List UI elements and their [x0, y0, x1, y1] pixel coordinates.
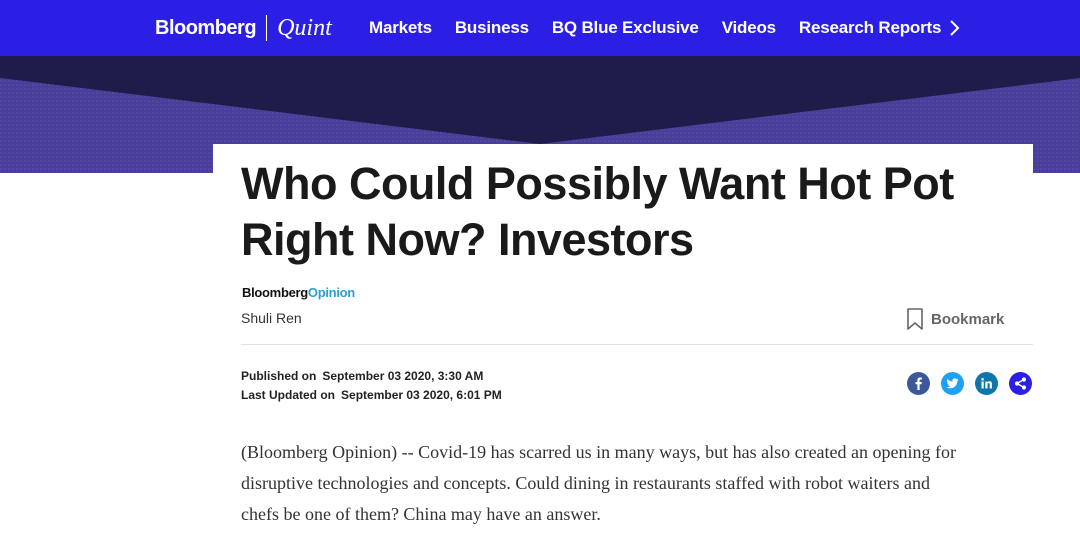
logo-divider [266, 15, 268, 41]
generic-share-button[interactable] [1009, 372, 1032, 395]
published-row: Published on September 03 2020, 3:30 AM [241, 367, 502, 386]
body-line-1: (Bloomberg Opinion) -- Covid-19 has scar… [241, 442, 956, 462]
nav-item-videos[interactable]: Videos [722, 18, 776, 38]
published-label: Published on [241, 369, 317, 383]
facebook-share-button[interactable] [907, 372, 930, 395]
headline-line-2: Right Now? Investors [241, 214, 694, 265]
nav-item-markets[interactable]: Markets [369, 18, 432, 38]
bookmark-button[interactable]: Bookmark [906, 308, 1004, 330]
chevron-right-icon[interactable] [946, 17, 964, 39]
updated-row: Last Updated on September 03 2020, 6:01 P… [241, 386, 502, 405]
bloomberg-opinion-logo[interactable]: BloombergOpinion [242, 285, 355, 300]
linkedin-icon [981, 378, 992, 389]
nav-menu: Markets Business BQ Blue Exclusive Video… [369, 0, 964, 56]
article-headline: Who Could Possibly Want Hot Pot Right No… [241, 156, 1021, 268]
share-buttons [907, 372, 1032, 395]
logo-bloomberg-text: Bloomberg [155, 16, 257, 39]
article-body-paragraph: (Bloomberg Opinion) -- Covid-19 has scar… [241, 437, 1031, 530]
updated-label: Last Updated on [241, 388, 336, 402]
share-icon [1014, 377, 1027, 390]
bloombergquint-logo[interactable]: Bloomberg Quint [155, 14, 332, 42]
nav-item-bq-blue-exclusive[interactable]: BQ Blue Exclusive [552, 18, 699, 38]
nav-item-business[interactable]: Business [455, 18, 529, 38]
twitter-icon [946, 378, 959, 389]
opinion-logo-bloomberg: Bloomberg [242, 285, 308, 300]
article-dates: Published on September 03 2020, 3:30 AM L… [241, 367, 502, 405]
linkedin-share-button[interactable] [975, 372, 998, 395]
body-line-3: chefs be one of them? China may have an … [241, 504, 601, 524]
opinion-logo-opinion: Opinion [307, 285, 355, 300]
facebook-icon [915, 377, 922, 390]
updated-date: September 03 2020, 6:01 PM [341, 388, 502, 402]
header-divider [241, 344, 1033, 345]
logo-quint-text: Quint [277, 14, 332, 41]
top-navigation-bar: Bloomberg Quint Markets Business BQ Blue… [0, 0, 1080, 56]
published-date: September 03 2020, 3:30 AM [322, 369, 484, 383]
nav-item-research-reports[interactable]: Research Reports [799, 18, 942, 38]
bookmark-label: Bookmark [931, 310, 1005, 328]
headline-line-1: Who Could Possibly Want Hot Pot [241, 158, 954, 209]
body-line-2: disruptive technologies and concepts. Co… [241, 473, 931, 493]
bookmark-icon [907, 308, 923, 330]
author-name[interactable]: Shuli Ren [241, 310, 302, 326]
twitter-share-button[interactable] [941, 372, 964, 395]
